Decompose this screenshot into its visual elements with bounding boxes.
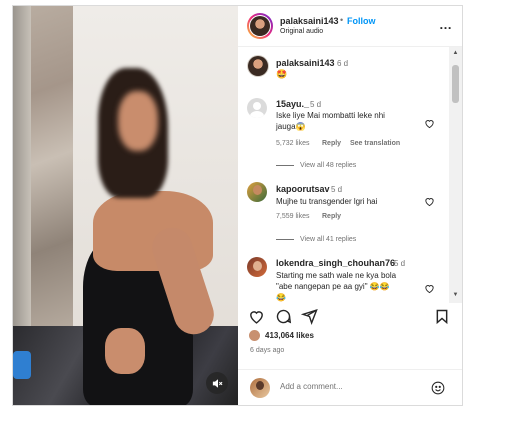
- post-video[interactable]: [13, 6, 238, 405]
- scroll-up-arrow-icon[interactable]: ▲: [451, 49, 460, 57]
- caption-avatar[interactable]: [247, 55, 269, 77]
- person-face: [118, 91, 158, 151]
- view-replies-label: View all 48 replies: [300, 162, 357, 169]
- comment-avatar[interactable]: [247, 182, 267, 202]
- comment-text-line: Iske liye Mai mombatti leke nhi: [276, 111, 385, 120]
- comment-username[interactable]: 15ayu._: [276, 99, 309, 109]
- caption-text: 🤩: [276, 69, 288, 79]
- comment-username[interactable]: kapoorutsav: [276, 184, 330, 194]
- add-comment-input[interactable]: Add a comment...: [280, 382, 343, 391]
- comment-avatar[interactable]: [247, 257, 267, 277]
- more-options-icon[interactable]: …: [439, 17, 452, 32]
- comment-icon[interactable]: [275, 308, 292, 325]
- reply-button[interactable]: Reply: [322, 140, 341, 147]
- background-marble-pillar: [31, 6, 73, 346]
- comment-like-heart-icon[interactable]: [424, 118, 435, 129]
- scrollbar-thumb[interactable]: [452, 65, 459, 103]
- share-icon[interactable]: [301, 308, 318, 325]
- audio-link[interactable]: Original audio: [280, 28, 323, 35]
- comment-like-heart-icon[interactable]: [424, 196, 435, 207]
- comment-avatar[interactable]: [247, 98, 267, 118]
- comment-username[interactable]: lokendra_singh_chouhan76: [276, 258, 395, 268]
- header-username[interactable]: palaksaini143: [280, 16, 339, 26]
- comment-text-line: 😂: [276, 293, 286, 302]
- comment-time: 5 d: [394, 259, 406, 268]
- comment-time: 5 d: [331, 185, 343, 194]
- follow-button[interactable]: Follow: [347, 16, 376, 26]
- comment-text-line: "abe nangepan pe aa gyi" 😂😂: [276, 282, 390, 291]
- scroll-down-arrow-icon[interactable]: ▼: [451, 291, 460, 299]
- comment-text-line: Mujhe tu transgender lgri hai: [276, 197, 378, 206]
- avatar[interactable]: [247, 13, 273, 39]
- comments-list[interactable]: palaksaini143 6 d 🤩 15ayu._ 5 d Iske liy…: [238, 47, 449, 303]
- post-header: palaksaini143 • Follow Original audio …: [238, 6, 462, 47]
- liker-avatar[interactable]: [249, 330, 260, 341]
- mute-icon[interactable]: [206, 372, 228, 394]
- post-likes-count[interactable]: 413,064 likes: [265, 331, 314, 340]
- view-replies-button[interactable]: View all 41 replies: [276, 236, 356, 243]
- comment-likes[interactable]: 5,732 likes: [276, 140, 309, 147]
- comment-like-heart-icon[interactable]: [424, 283, 435, 294]
- caption-username[interactable]: palaksaini143: [276, 58, 335, 68]
- instagram-post: palaksaini143 • Follow Original audio … …: [12, 5, 463, 406]
- view-replies-button[interactable]: View all 48 replies: [276, 162, 356, 169]
- user-avatar[interactable]: [250, 378, 270, 398]
- comment-likes[interactable]: 7,559 likes: [276, 213, 309, 220]
- replies-divider: [276, 164, 294, 166]
- add-comment-bar: Add a comment...: [238, 369, 462, 405]
- post-date[interactable]: 6 days ago: [250, 347, 284, 354]
- see-translation-button[interactable]: See translation: [350, 140, 400, 147]
- caption-time: 6 d: [337, 59, 349, 68]
- view-replies-label: View all 41 replies: [300, 236, 357, 243]
- reply-button[interactable]: Reply: [322, 213, 341, 220]
- comment-time: 5 d: [310, 100, 322, 109]
- replies-divider: [276, 238, 294, 240]
- background-blue-object: [13, 351, 31, 379]
- comment-text-line: Starting me sath wale ne kya bola: [276, 271, 397, 280]
- post-side-panel: palaksaini143 • Follow Original audio … …: [238, 6, 462, 405]
- emoji-icon[interactable]: [431, 381, 445, 395]
- bookmark-icon[interactable]: [434, 308, 450, 325]
- comment-text-line: jauga😱: [276, 122, 306, 131]
- comments-scrollbar[interactable]: ▲ ▼: [449, 47, 462, 303]
- person-hand: [105, 328, 145, 374]
- separator-dot: •: [340, 15, 344, 25]
- heart-icon[interactable]: [248, 308, 265, 325]
